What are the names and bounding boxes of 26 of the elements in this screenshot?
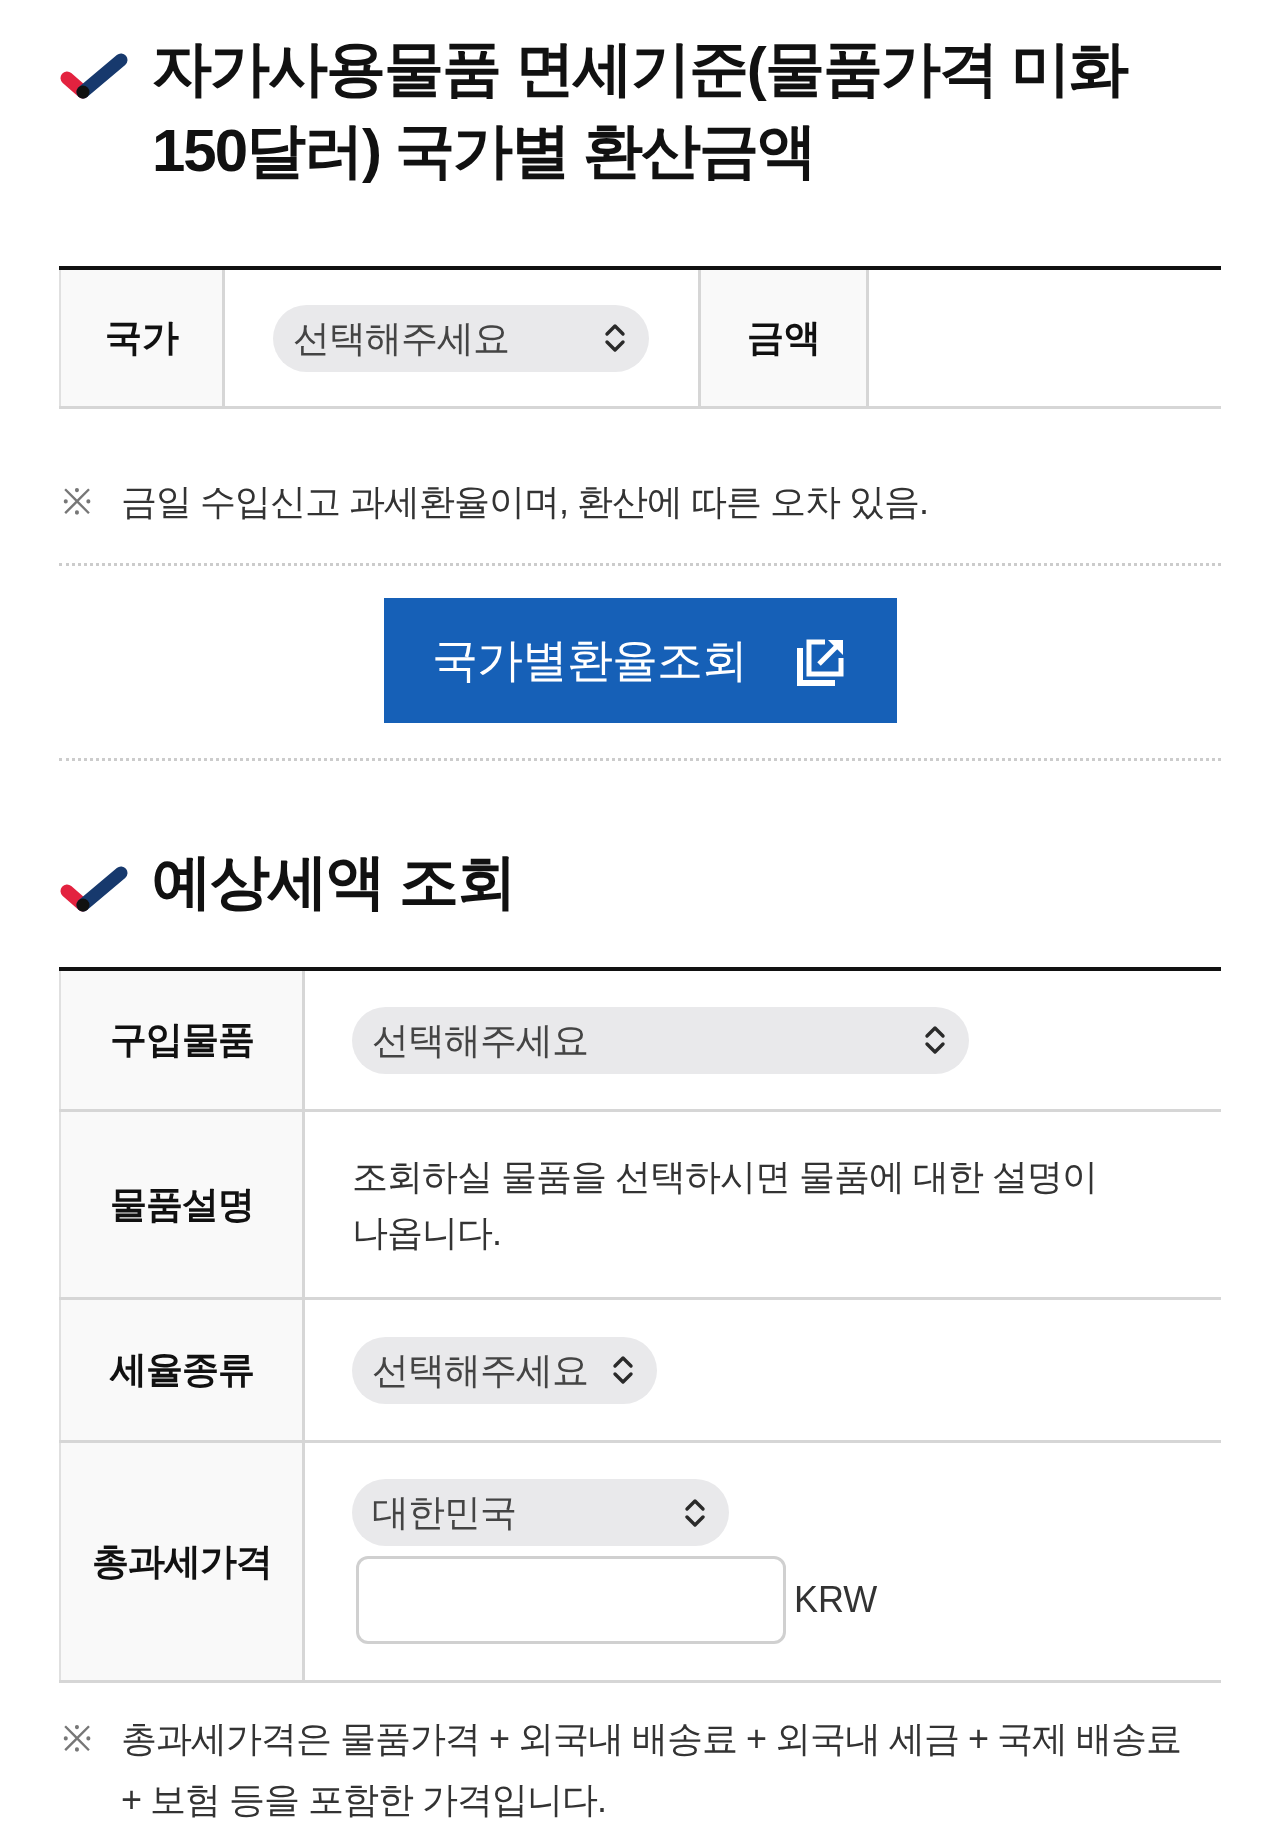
chevrons-up-down-icon: [611, 1355, 635, 1385]
tax-rate-select[interactable]: 선택해주세요: [352, 1336, 657, 1404]
row-label: 구입물품: [109, 1018, 254, 1063]
exchange-rate-button[interactable]: 국가별환율조회: [383, 598, 897, 723]
price-input[interactable]: [356, 1556, 786, 1644]
country-select[interactable]: 대한민국: [352, 1479, 729, 1546]
chevrons-up-down-icon: [683, 1497, 707, 1528]
currency-unit: KRW: [794, 1578, 878, 1622]
check-icon: [59, 865, 129, 913]
reference-mark: ※: [61, 480, 93, 524]
country-label: 국가: [104, 316, 179, 361]
check-icon: [59, 52, 129, 100]
amount-label: 금액: [746, 316, 821, 361]
row-label: 총과세가격: [91, 1539, 272, 1584]
note-text: 금일 수입신고 과세환율이며, 환산에 따른 오차 있음.: [121, 480, 929, 524]
section-title: 예상세액 조회: [152, 847, 516, 917]
chevrons-up-down-icon: [603, 323, 627, 353]
reference-mark: ※: [61, 1717, 93, 1761]
row-label: 물품설명: [109, 1182, 254, 1227]
note-text: 총과세가격은 물품가격 + 외국내 배송료 + 외국내 세금 + 국제 배송료 + 보험 등을 포함한 가격입니다.: [121, 1717, 1183, 1822]
description-text: 조회하실 물품을 선택하시면 물품에 대한 설명이 나옵니다.: [352, 1154, 1098, 1255]
section-title: 자가사용물품 면세기준(물품가격 미화 150달러) 국가별 환산금액: [152, 34, 1129, 186]
country-select[interactable]: 선택해주세요: [273, 304, 649, 372]
row-label: 세율종류: [109, 1348, 254, 1393]
chevrons-up-down-icon: [923, 1025, 947, 1055]
item-select[interactable]: 선택해주세요: [352, 1006, 969, 1074]
